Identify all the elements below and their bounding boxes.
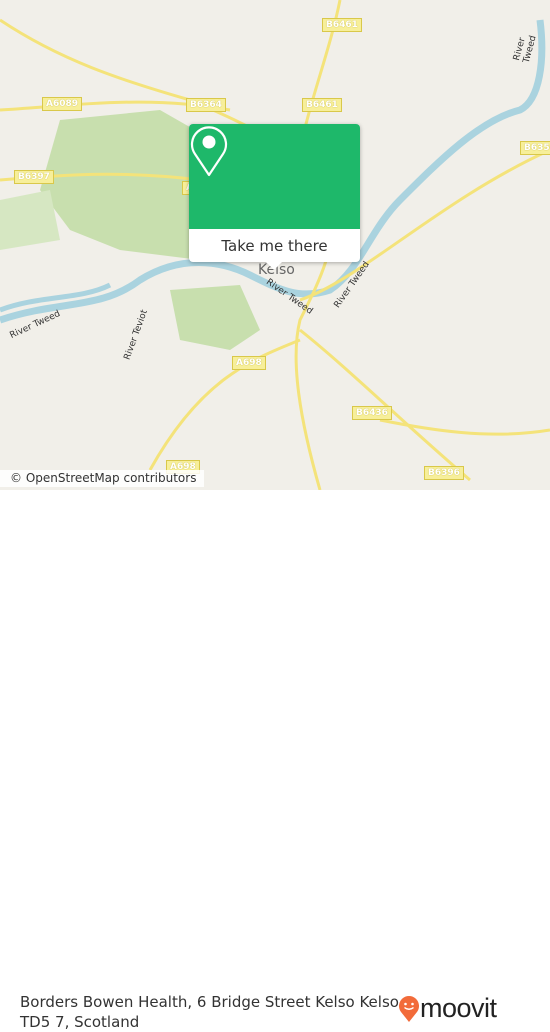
footer: Borders Bowen Health, 6 Bridge Street Ke… [0,490,550,1031]
moovit-pin-icon [399,995,419,1022]
location-popup: Take me there [189,124,360,262]
road-label: B6461 [322,18,362,32]
popup-header [189,124,360,229]
address-text: Borders Bowen Health, 6 Bridge Street Ke… [20,993,399,1031]
take-me-there-button[interactable]: Take me there [189,229,360,262]
road-label: B6436 [352,406,392,420]
map[interactable]: B6461 B6461 A6089 B6364 B6397 B6350 A698… [0,0,550,490]
road-label: B6396 [424,466,464,480]
logo-text: moovit [420,993,497,1023]
road-label: B6350 [520,141,550,155]
road-label: B6397 [14,170,54,184]
road-label: B6461 [302,98,342,112]
attribution[interactable]: © OpenStreetMap contributors [0,470,205,487]
map-pin-icon [190,126,228,177]
road-label: A698 [232,356,266,370]
road-label: A6089 [42,97,83,111]
road-label: B6364 [186,98,226,112]
popup-tip [265,261,283,270]
moovit-logo: moovit [398,993,497,1024]
